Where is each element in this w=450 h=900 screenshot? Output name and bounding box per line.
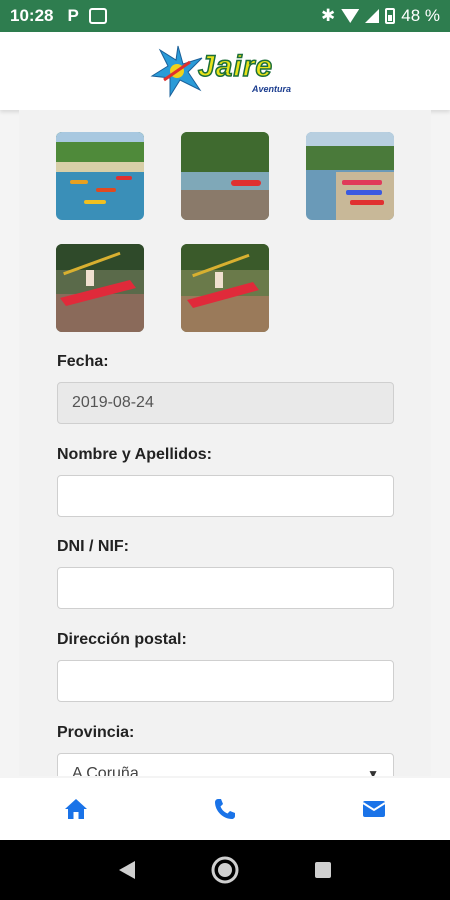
fecha-value: 2019-08-24 bbox=[72, 394, 154, 411]
chevron-down-icon: ▼ bbox=[367, 767, 379, 776]
mail-button[interactable] bbox=[360, 795, 388, 823]
provincia-select[interactable]: A Coruña ▼ bbox=[57, 753, 394, 776]
mail-icon bbox=[362, 801, 386, 817]
bottom-nav bbox=[0, 778, 450, 840]
fecha-field[interactable]: 2019-08-24 bbox=[57, 382, 394, 424]
kayaker-splash-image bbox=[56, 244, 144, 332]
fecha-label: Fecha: bbox=[57, 353, 109, 370]
signal-icon bbox=[365, 9, 380, 23]
gallery-image[interactable] bbox=[56, 132, 144, 220]
wifi-icon bbox=[341, 9, 360, 23]
provincia-label: Provincia: bbox=[57, 724, 135, 741]
home-icon bbox=[65, 799, 87, 819]
home-button[interactable] bbox=[62, 795, 90, 823]
status-bar: 10:28 P ✱ 48 % bbox=[0, 0, 450, 32]
gallery-image[interactable] bbox=[181, 244, 269, 332]
dni-field[interactable] bbox=[57, 567, 394, 609]
jaire-logo[interactable]: Jaire Aventura bbox=[150, 44, 300, 98]
photo-notification-icon bbox=[88, 8, 107, 24]
kayaks-on-beach-image bbox=[56, 132, 144, 220]
parking-notification-icon: P bbox=[67, 6, 79, 25]
gallery-image[interactable] bbox=[56, 244, 144, 332]
system-icons: ✱ 48 % bbox=[321, 6, 440, 26]
photo-gallery bbox=[56, 132, 396, 337]
direccion-label: Dirección postal: bbox=[57, 631, 187, 648]
logo-subtext: Aventura bbox=[252, 84, 292, 94]
app-header: Jaire Aventura bbox=[0, 32, 450, 110]
home-circle-icon[interactable] bbox=[211, 856, 239, 884]
battery-icon bbox=[385, 8, 396, 24]
booking-card: Fecha: 2019-08-24 Nombre y Apellidos: DN… bbox=[19, 110, 431, 776]
battery-percent: 48 % bbox=[401, 6, 440, 25]
kayak-on-river-image bbox=[181, 132, 269, 220]
gallery-image[interactable] bbox=[181, 132, 269, 220]
logo-text: Jaire bbox=[197, 49, 274, 84]
back-icon[interactable] bbox=[117, 859, 137, 881]
dni-label: DNI / NIF: bbox=[57, 538, 129, 555]
phone-button[interactable] bbox=[211, 795, 239, 823]
bluetooth-icon: ✱ bbox=[321, 6, 336, 25]
nombre-field[interactable] bbox=[57, 475, 394, 517]
provincia-value: A Coruña bbox=[72, 765, 139, 776]
nombre-label: Nombre y Apellidos: bbox=[57, 446, 212, 463]
notification-icons: P bbox=[67, 6, 107, 26]
kayaker-splash-image bbox=[181, 244, 269, 332]
rafts-on-shore-image bbox=[306, 132, 394, 220]
status-time: 10:28 bbox=[10, 6, 54, 25]
system-nav-bar bbox=[0, 840, 450, 900]
direccion-field[interactable] bbox=[57, 660, 394, 702]
phone-icon bbox=[215, 799, 235, 819]
recents-icon[interactable] bbox=[313, 860, 333, 880]
gallery-image[interactable] bbox=[306, 132, 394, 220]
